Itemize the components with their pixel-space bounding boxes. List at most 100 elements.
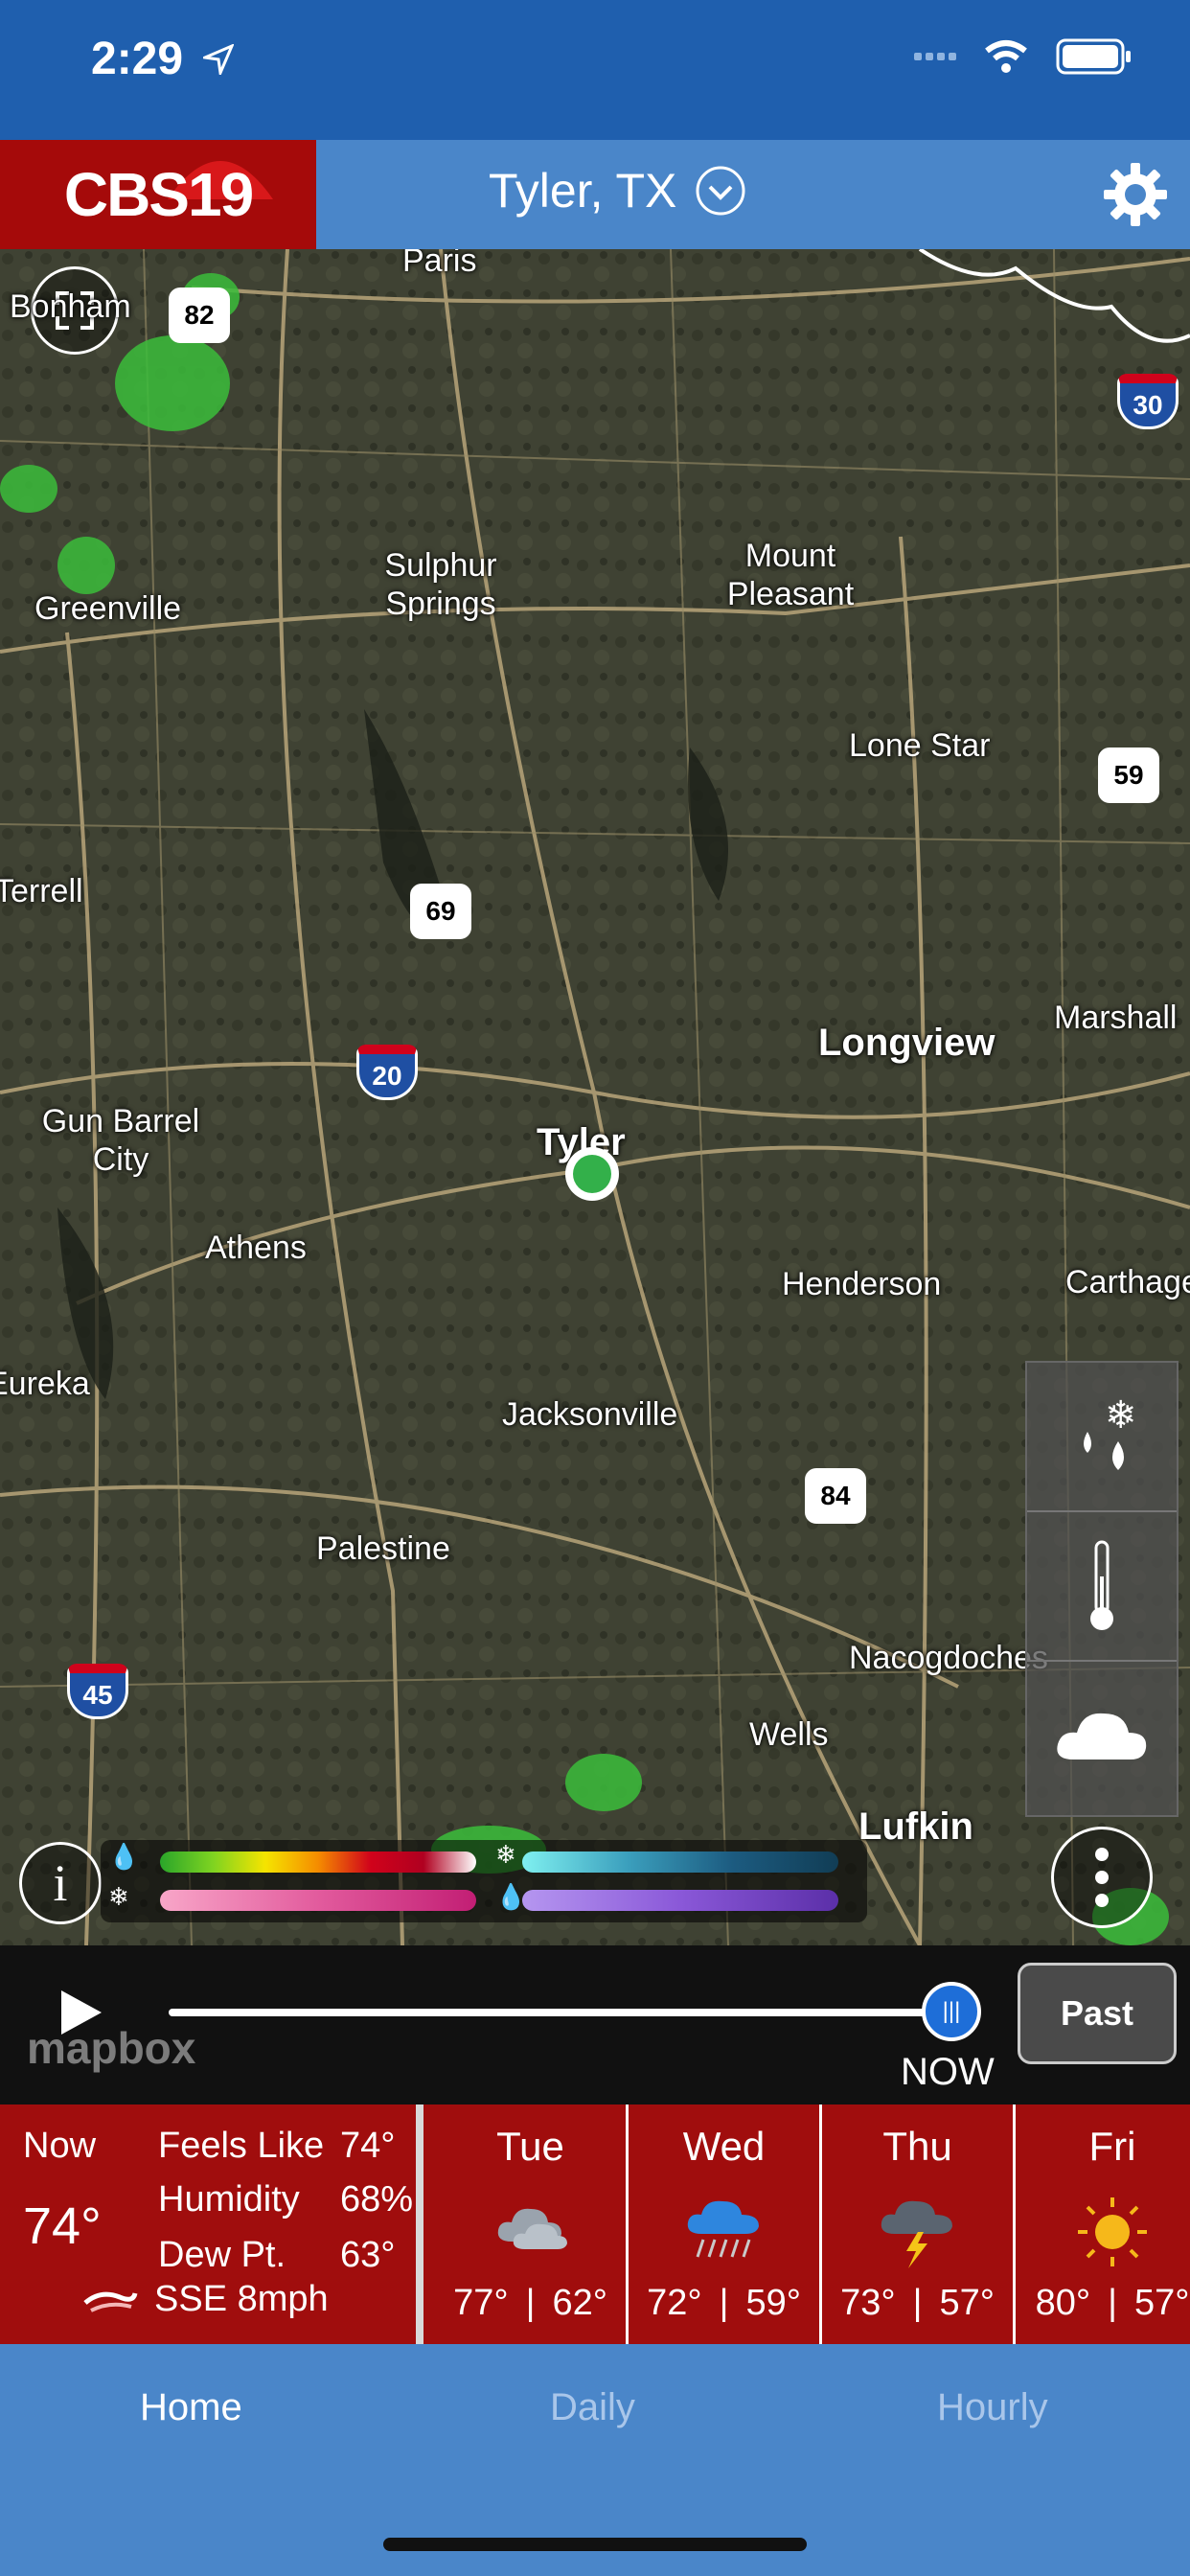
thermometer-icon (1090, 1540, 1113, 1630)
highway-shield-20: 20 (356, 1045, 418, 1100)
forecast-temps: 77° | 62° (435, 2283, 626, 2324)
place-label-mount-pleasant: Mount Pleasant (726, 538, 855, 612)
now-title: Now (23, 2126, 97, 2166)
forecast-low: 57° (1133, 2283, 1190, 2323)
forecast-high: 80° (1035, 2283, 1091, 2323)
forecast-day-name: Tue (496, 2124, 564, 2169)
map-terrain (0, 249, 1190, 1945)
forecast-day-name: Thu (882, 2124, 952, 2169)
freezing-scale-bar (522, 1890, 838, 1911)
forecast-low: 57° (939, 2283, 995, 2323)
place-label-marshall: Marshall (1054, 1000, 1178, 1036)
wind-row: SSE 8mph (81, 2279, 329, 2320)
place-label-paris: Paris (402, 249, 477, 279)
cbs19-logo: CBS19 (0, 140, 316, 249)
thunderstorm-icon (878, 2196, 958, 2273)
feels-like-row: Feels Like 74° (158, 2126, 395, 2167)
place-label-jacksonville: Jacksonville (502, 1396, 678, 1433)
forecast-high: 73° (840, 2283, 896, 2323)
location-selector[interactable]: Tyler, TX (489, 163, 747, 218)
temp-separator: | (912, 2283, 923, 2323)
tab-hourly[interactable]: Hourly (937, 2386, 1048, 2429)
place-label-sulphur-springs: Sulphur Springs (384, 547, 497, 622)
precipitation-layer-button[interactable]: ❄ (1027, 1363, 1177, 1512)
cloud-layer-button[interactable] (1027, 1662, 1177, 1809)
highway-shield-45: 45 (67, 1664, 128, 1719)
timeline-slider-handle[interactable]: ||| (922, 1982, 981, 2041)
highway-shield-82: 82 (169, 288, 230, 343)
forecast-temps: 72° | 59° (629, 2283, 819, 2324)
radar-timeline: mapbox ||| NOW Past (0, 1945, 1190, 2104)
rain-icon (684, 2196, 765, 2267)
wind-icon (83, 2291, 138, 2312)
place-label-palestine: Palestine (316, 1530, 450, 1567)
city-name: Tyler, TX (489, 164, 677, 218)
place-label-bonham: Bonham (10, 288, 131, 325)
current-temp: 74° (23, 2197, 102, 2255)
forecast-low: 62° (552, 2283, 607, 2323)
dew-point-row: Dew Pt. 63° (158, 2235, 395, 2276)
app-header: CBS19 Tyler, TX (0, 140, 1190, 249)
past-button[interactable]: Past (1018, 1963, 1177, 2064)
layer-selector: ❄ (1025, 1361, 1179, 1817)
location-arrow-icon (203, 44, 234, 75)
info-button[interactable]: i (19, 1842, 102, 1924)
place-label-athens: Athens (205, 1230, 307, 1266)
tab-home[interactable]: Home (140, 2386, 242, 2429)
forecast-high: 77° (453, 2283, 509, 2323)
place-label-carthage: Carthage (1065, 1264, 1190, 1300)
home-indicator (383, 2538, 807, 2551)
place-label-greenville: Greenville (34, 590, 182, 627)
temp-separator: | (719, 2283, 729, 2323)
rain-scale-bar (160, 1852, 476, 1873)
svg-text:❄: ❄ (1105, 1393, 1137, 1438)
place-label-nacogdoches: Nacogdoches (849, 1640, 1048, 1676)
humidity-value: 68% (340, 2179, 414, 2220)
forecast-day-fri[interactable]: Fri 80° | 57° (1016, 2104, 1190, 2344)
forecast-day-name: Fri (1088, 2124, 1136, 2169)
place-label-henderson: Henderson (782, 1266, 942, 1302)
forecast-day-tue[interactable]: Tue 77° | 62° (435, 2104, 629, 2344)
forecast-temps: 73° | 57° (822, 2283, 1013, 2324)
radar-map[interactable]: Paris Bonham Sulphur Springs Greenville Mount… (0, 249, 1190, 1945)
place-label-terrell: Terrell (0, 873, 83, 909)
settings-gear-icon[interactable] (1102, 161, 1169, 228)
forecast-low: 59° (745, 2283, 801, 2323)
rain-legend-icon: 💧 (108, 1842, 140, 1871)
info-icon: i (53, 1854, 68, 1912)
cellular-signal-icon (914, 53, 956, 60)
place-label-lufkin: Lufkin (858, 1806, 973, 1848)
highway-shield-84: 84 (805, 1468, 866, 1524)
forecast-temps: 80° | 57° (1016, 2283, 1190, 2324)
status-time: 2:29 (91, 34, 184, 84)
dew-point-label: Dew Pt. (158, 2235, 286, 2275)
radar-legend: 💧 ❄ ❄ 💧 (101, 1840, 867, 1922)
sunny-icon (1076, 2196, 1149, 2273)
logo-text: CBS19 (63, 160, 254, 229)
now-label: NOW (901, 2051, 995, 2093)
cloud-icon (1057, 1713, 1147, 1760)
status-bar: 2:29 (0, 0, 1190, 140)
wind-value: SSE 8mph (154, 2279, 329, 2319)
place-label-gun-barrel-city: Gun Barrel City (41, 1103, 200, 1178)
highway-shield-69: 69 (410, 884, 471, 939)
tab-daily[interactable]: Daily (550, 2386, 635, 2429)
timeline-slider-track[interactable] (169, 2009, 950, 2016)
temperature-layer-button[interactable] (1027, 1512, 1177, 1662)
snow-scale-bar (522, 1852, 838, 1873)
mapbox-attribution[interactable]: mapbox (27, 2022, 195, 2074)
forecast-day-wed[interactable]: Wed 72° | 59° (629, 2104, 822, 2344)
chevron-down-circle-icon (696, 166, 745, 216)
grip-icon: ||| (942, 1998, 961, 2024)
feels-like-value: 74° (340, 2126, 396, 2166)
current-conditions[interactable]: Now 74° Feels Like 74° Humidity 68% Dew … (0, 2104, 423, 2344)
mix-scale-bar (160, 1890, 476, 1911)
humidity-label: Humidity (158, 2179, 300, 2220)
more-options-button[interactable] (1051, 1827, 1153, 1928)
forecast-day-thu[interactable]: Thu 73° | 57° (822, 2104, 1016, 2344)
feels-like-label: Feels Like (158, 2126, 325, 2166)
temp-separator: | (525, 2283, 536, 2323)
place-label-longview: Longview (818, 1022, 995, 1064)
place-label-wells: Wells (749, 1716, 829, 1753)
dew-point-value: 63° (340, 2235, 396, 2275)
